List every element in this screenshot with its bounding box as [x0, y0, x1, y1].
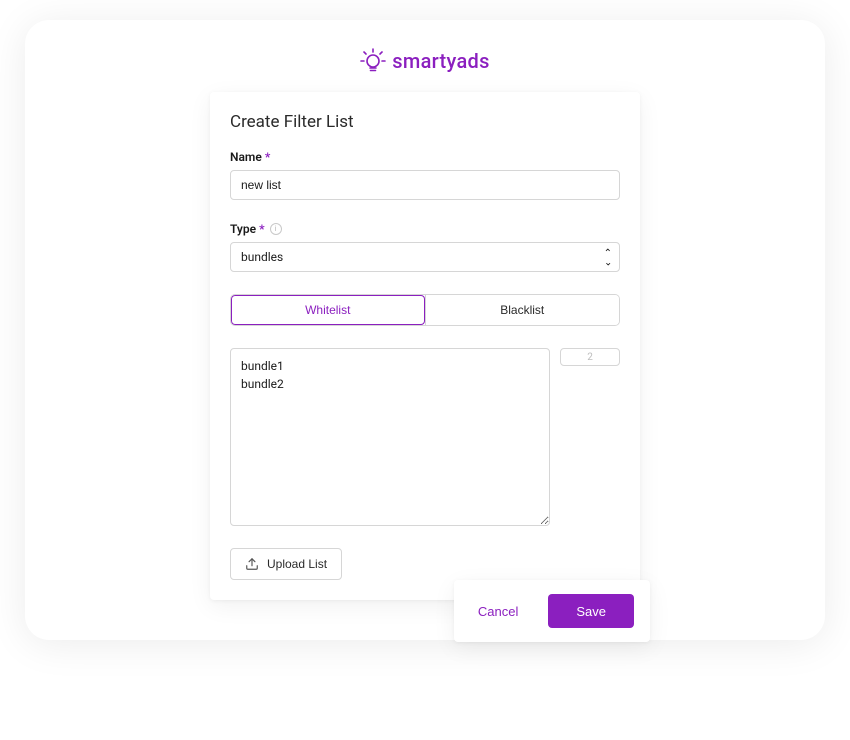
form-card: Create Filter List Name * Type * i bundl… [210, 92, 640, 600]
items-textarea[interactable] [230, 348, 550, 526]
type-selected-value: bundles [241, 250, 283, 264]
save-button[interactable]: Save [548, 594, 634, 628]
type-field-block: Type * i bundles ⌃⌃ [230, 222, 620, 272]
type-select-wrap: bundles ⌃⌃ [230, 242, 620, 272]
help-icon[interactable]: i [270, 223, 282, 235]
page-card: smartyads Create Filter List Name * Type… [25, 20, 825, 640]
name-label: Name * [230, 150, 620, 164]
blacklist-toggle[interactable]: Blacklist [425, 295, 620, 325]
brand-name: smartyads [392, 49, 489, 73]
name-input[interactable] [230, 170, 620, 200]
upload-icon [245, 557, 259, 571]
list-mode-toggle: Whitelist Blacklist [230, 294, 620, 326]
brand-logo: smartyads [25, 48, 825, 74]
upload-label: Upload List [267, 557, 327, 571]
items-row: 2 [230, 348, 620, 526]
type-label: Type * i [230, 222, 620, 236]
upload-list-button[interactable]: Upload List [230, 548, 342, 580]
required-indicator: * [259, 222, 264, 236]
required-indicator: * [265, 150, 270, 164]
name-label-text: Name [230, 150, 262, 164]
page-title: Create Filter List [230, 112, 620, 132]
lightbulb-icon [360, 48, 386, 74]
type-select[interactable]: bundles [230, 242, 620, 272]
footer-actions: Cancel Save [454, 580, 650, 642]
whitelist-toggle[interactable]: Whitelist [231, 295, 425, 325]
type-label-text: Type [230, 222, 256, 236]
items-count-badge: 2 [560, 348, 620, 366]
cancel-button[interactable]: Cancel [470, 598, 526, 625]
name-field-block: Name * [230, 150, 620, 200]
